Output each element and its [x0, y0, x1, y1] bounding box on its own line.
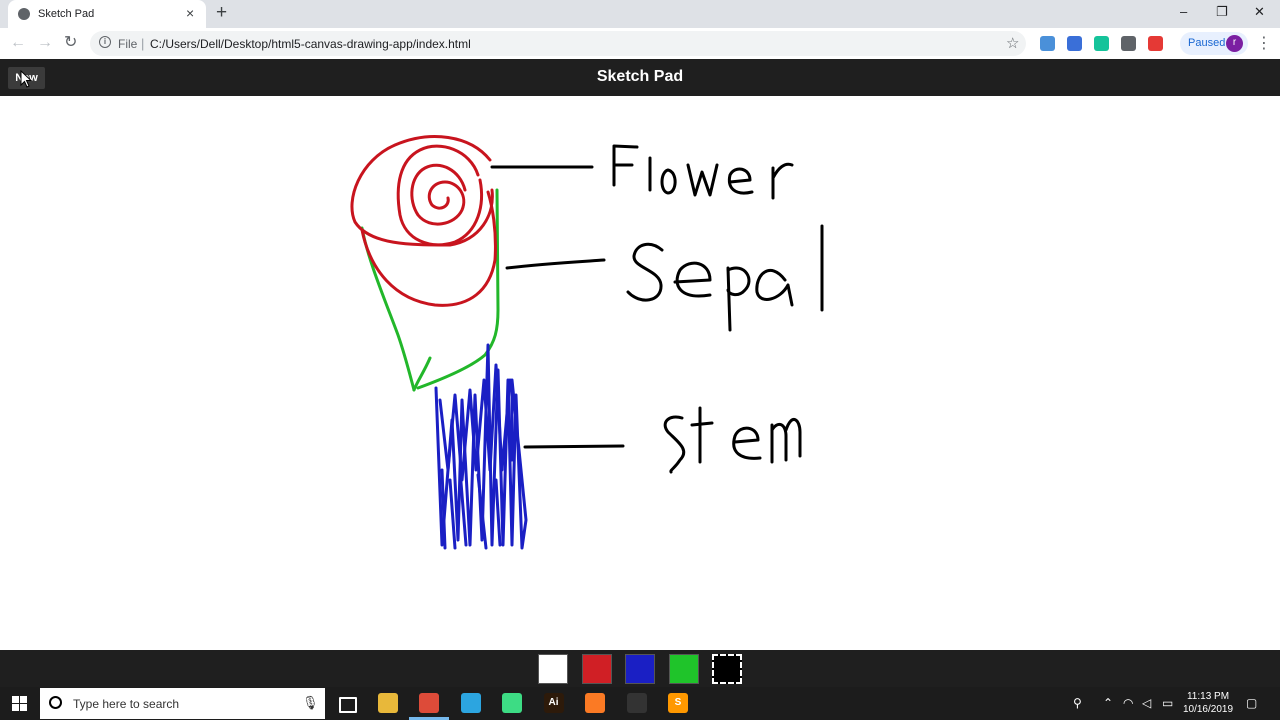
profile-status: Paused: [1188, 37, 1226, 49]
people-icon[interactable]: ⚲: [1073, 696, 1082, 710]
page-title: Sketch Pad: [596, 68, 684, 85]
notification-icon[interactable]: ▢: [1246, 696, 1257, 710]
url-text[interactable]: C:/Users/Dell/Desktop/html5-canvas-drawi…: [150, 37, 471, 51]
sketch-drawing: [350, 135, 824, 550]
tab-title: Sketch Pad: [38, 8, 95, 20]
volume-icon[interactable]: ◁: [1142, 696, 1151, 710]
taskbar-search[interactable]: Type here to search 🎙: [40, 688, 325, 719]
android-studio-icon[interactable]: [502, 693, 522, 713]
swatch-white[interactable]: [538, 654, 568, 684]
scheme-label: File: [118, 37, 138, 51]
new-tab-button[interactable]: +: [216, 3, 227, 23]
illustrator-icon[interactable]: Ai: [543, 693, 564, 713]
browser-toolbar: ← → ↻ i File | C:/Users/Dell/Desktop/htm…: [0, 28, 1280, 60]
tab-strip: Sketch Pad × + – ❐ ✕: [0, 0, 1280, 28]
file-explorer-icon[interactable]: [377, 693, 398, 713]
info-icon[interactable]: i: [99, 36, 111, 48]
globe-icon: [18, 8, 30, 20]
swatch-red[interactable]: [581, 654, 612, 684]
search-placeholder: Type here to search: [73, 697, 180, 711]
mouse-cursor-icon: [20, 70, 32, 88]
sublime-icon[interactable]: S: [668, 693, 688, 713]
flower-drawing: [350, 135, 497, 307]
back-button[interactable]: ←: [10, 34, 26, 52]
task-view-icon[interactable]: [339, 697, 357, 713]
chrome-icon[interactable]: [419, 693, 439, 713]
profile-button[interactable]: Paused r: [1180, 32, 1248, 55]
address-bar[interactable]: i File | C:/Users/Dell/Desktop/html5-can…: [90, 31, 1026, 56]
browser-tab[interactable]: Sketch Pad ×: [8, 0, 206, 28]
chevron-up-icon[interactable]: ⌃: [1103, 696, 1113, 710]
telegram-icon[interactable]: [460, 693, 481, 713]
swatch-green[interactable]: [668, 654, 699, 684]
system-clock[interactable]: 11:13 PM 10/16/2019: [1180, 690, 1236, 716]
xampp-icon[interactable]: [585, 693, 605, 713]
puzzle-extension-icon[interactable]: [1121, 36, 1136, 51]
app-header: New Sketch Pad: [0, 59, 1280, 96]
screencastify-icon[interactable]: [1040, 36, 1055, 51]
chrome-menu-icon[interactable]: ⋮: [1256, 33, 1272, 53]
reload-button[interactable]: ↻: [64, 34, 77, 52]
windows-taskbar: Type here to search 🎙 Ai S ⚲ ⌃ ◠ ◁ ▭ 11:1…: [0, 687, 1280, 720]
minimize-button[interactable]: –: [1180, 4, 1187, 19]
maximize-button[interactable]: ❐: [1216, 4, 1228, 20]
obs-icon[interactable]: [626, 693, 647, 713]
clock-time: 11:13 PM: [1186, 691, 1230, 702]
forward-button[interactable]: →: [37, 34, 53, 52]
adblock-icon[interactable]: [1148, 36, 1163, 51]
clock-date: 10/16/2019: [1182, 704, 1234, 715]
color-palette: [0, 650, 1280, 687]
omnibox-separator: |: [141, 36, 145, 51]
avatar: r: [1226, 35, 1243, 52]
swatch-black[interactable]: [712, 654, 742, 684]
wifi-icon[interactable]: ◠: [1123, 696, 1133, 710]
close-window-button[interactable]: ✕: [1254, 4, 1265, 20]
grammarly-icon[interactable]: [1094, 36, 1109, 51]
cortana-icon: [49, 696, 62, 709]
metamask-icon[interactable]: [1067, 36, 1082, 51]
bookmark-star-icon[interactable]: ☆: [1006, 34, 1019, 52]
windows-start-icon[interactable]: [12, 696, 27, 711]
tab-close-icon[interactable]: ×: [186, 5, 194, 21]
swatch-blue[interactable]: [625, 654, 655, 684]
label-drawing: [490, 144, 824, 474]
battery-icon[interactable]: ▭: [1162, 696, 1173, 710]
drawing-canvas[interactable]: [0, 96, 1280, 650]
microphone-icon[interactable]: 🎙: [302, 695, 319, 711]
